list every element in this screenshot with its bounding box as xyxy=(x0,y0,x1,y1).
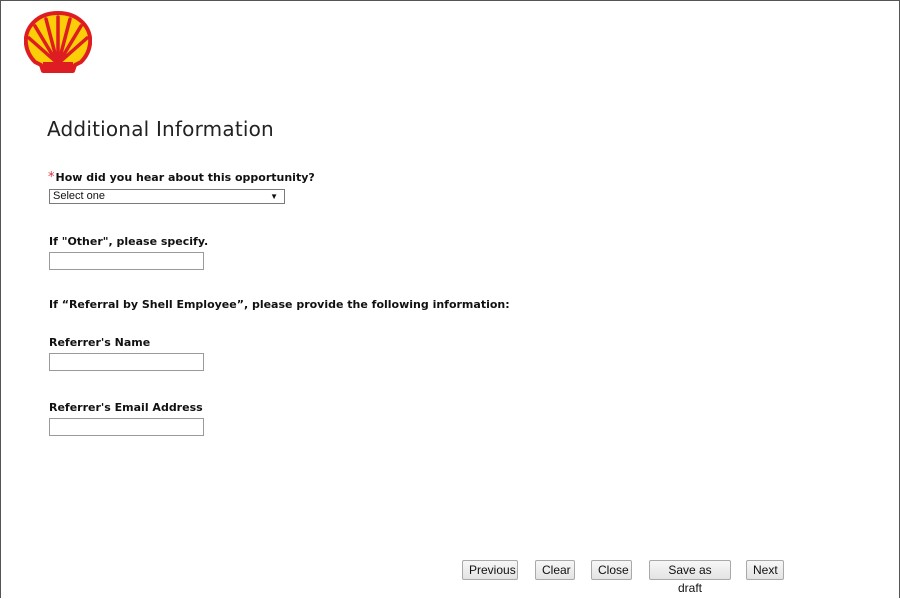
hear-about-selected-value: Select one xyxy=(53,190,105,202)
page-title: Additional Information xyxy=(47,117,274,141)
clear-button[interactable]: Clear xyxy=(535,560,575,580)
dropdown-arrow-icon: ▼ xyxy=(270,192,278,201)
required-marker: * xyxy=(48,170,55,185)
hear-about-label: *How did you hear about this opportunity… xyxy=(48,170,315,185)
other-input[interactable] xyxy=(49,252,204,270)
save-as-draft-button[interactable]: Save as draft xyxy=(649,560,731,595)
close-button[interactable]: Close xyxy=(591,560,632,580)
referrer-name-label: Referrer's Name xyxy=(49,336,151,349)
next-button[interactable]: Next xyxy=(746,560,784,580)
referral-note: If “Referral by Shell Employee”, please … xyxy=(49,298,510,311)
hear-about-label-text: How did you hear about this opportunity? xyxy=(55,171,315,184)
other-label: If "Other", please specify. xyxy=(49,235,209,248)
hear-about-select[interactable]: Select one ▼ xyxy=(49,189,285,204)
shell-logo xyxy=(24,11,92,73)
referrer-name-input[interactable] xyxy=(49,353,204,371)
referrer-email-input[interactable] xyxy=(49,418,204,436)
previous-button[interactable]: Previous xyxy=(462,560,518,580)
referrer-email-label: Referrer's Email Address xyxy=(49,401,203,414)
